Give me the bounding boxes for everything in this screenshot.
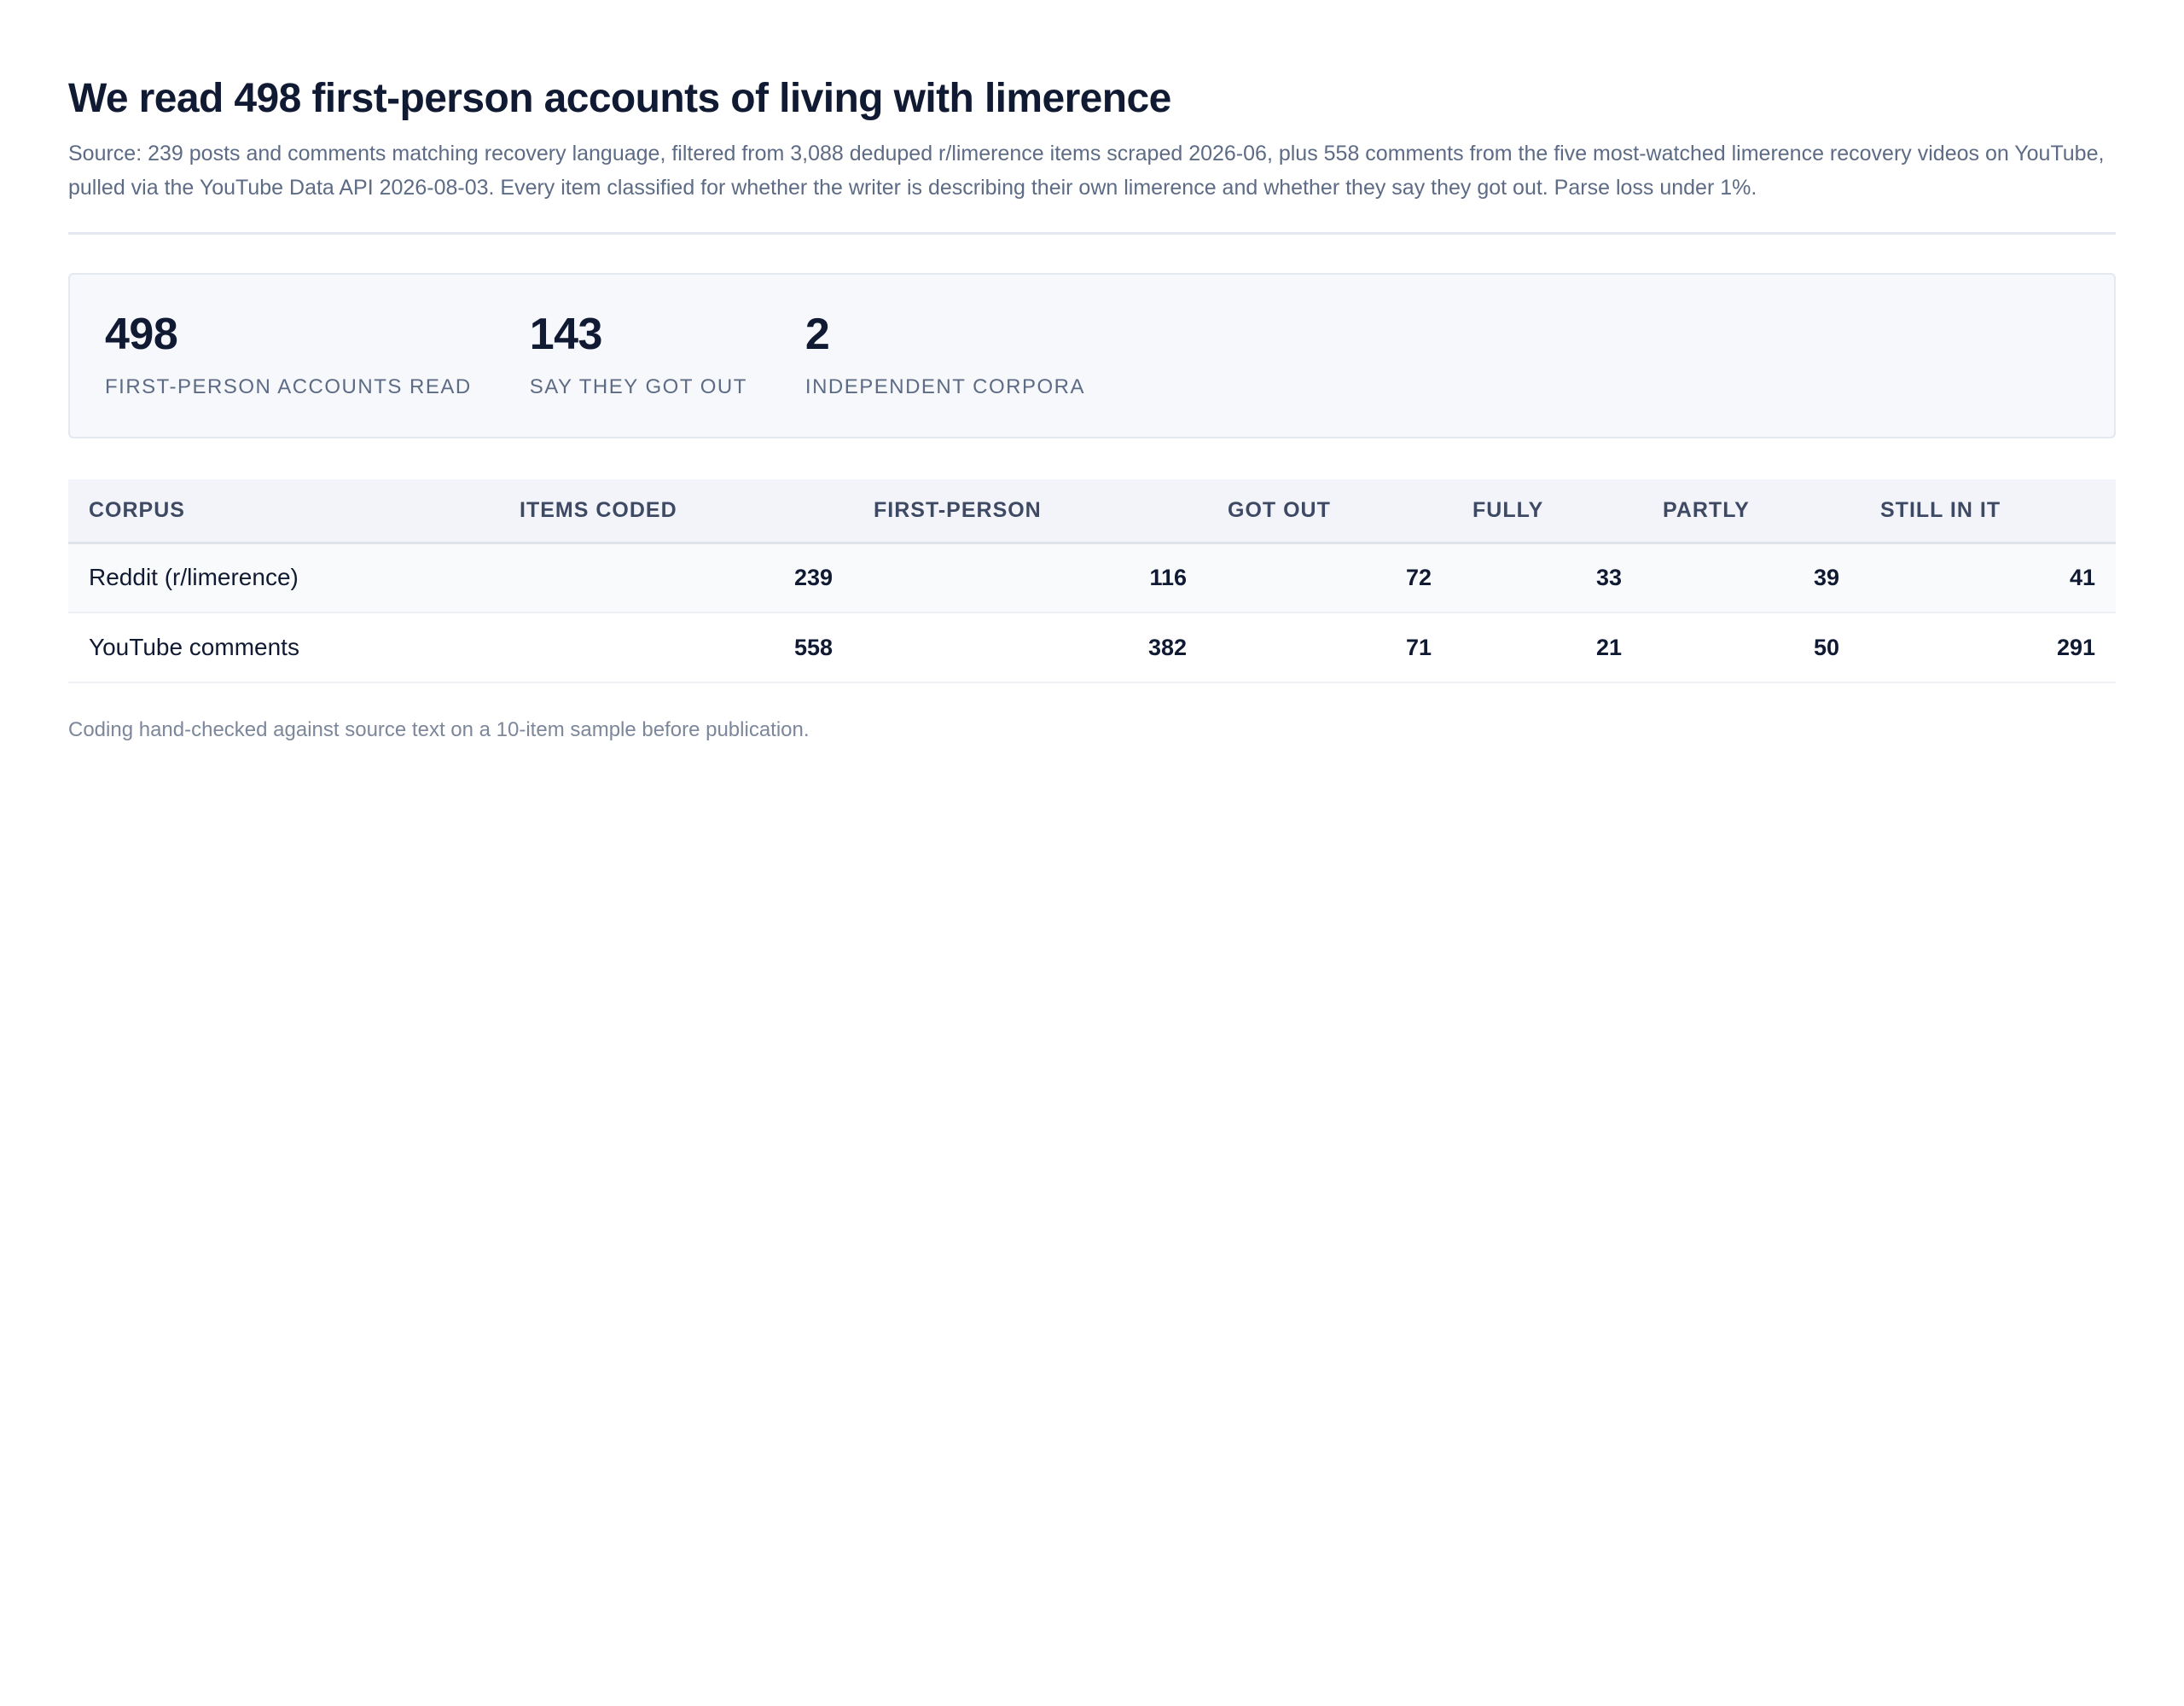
stat-label: Independent corpora xyxy=(804,375,1086,398)
column-header-still-in-it: Still in it xyxy=(1860,479,2116,544)
stat-label: First-person accounts read xyxy=(105,375,472,398)
cell-fully: 33 xyxy=(1452,543,1642,613)
cell-first-person: 382 xyxy=(853,612,1207,683)
corpus-table: Corpus Items coded First-person Got out … xyxy=(68,479,2116,683)
column-header-label: Corpus xyxy=(89,497,185,522)
stat-value: 498 xyxy=(105,310,178,359)
cell-partly: 50 xyxy=(1642,612,1860,683)
column-header-got-out: Got out xyxy=(1207,479,1452,544)
table-header-row: Corpus Items coded First-person Got out … xyxy=(68,479,2116,544)
cell-corpus: Reddit (r/limerence) xyxy=(68,543,499,613)
cell-got-out: 72 xyxy=(1207,543,1452,613)
divider xyxy=(68,232,2116,235)
cell-partly: 39 xyxy=(1642,543,1860,613)
cell-still-in-it: 41 xyxy=(1860,543,2116,613)
stat-value: 143 xyxy=(529,310,603,359)
column-header-label: Got out xyxy=(1228,497,1331,522)
stats-panel: 498 First-person accounts read 143 Say t… xyxy=(68,273,2116,438)
column-header-fully: Fully xyxy=(1452,479,1642,544)
stat-label: Say they got out xyxy=(529,375,747,398)
table-row: YouTube comments 558 382 71 21 50 291 xyxy=(68,612,2116,683)
stat-independent-corpora: 2 Independent corpora xyxy=(805,309,1085,400)
source-description: Source: 239 posts and comments matching … xyxy=(68,142,2105,200)
column-header-label: Partly xyxy=(1663,497,1750,522)
cell-corpus: YouTube comments xyxy=(68,612,499,683)
column-header-label: Fully xyxy=(1472,497,1544,522)
table-row: Reddit (r/limerence) 239 116 72 33 39 41 xyxy=(68,543,2116,613)
stat-got-out: 143 Say they got out xyxy=(530,309,747,400)
column-header-first-person: First-person xyxy=(853,479,1207,544)
cell-items-coded: 239 xyxy=(499,543,853,613)
cell-got-out: 71 xyxy=(1207,612,1452,683)
cell-items-coded: 558 xyxy=(499,612,853,683)
footnote: Coding hand-checked against source text … xyxy=(68,718,810,741)
cell-first-person: 116 xyxy=(853,543,1207,613)
page: We read 498 first-person accounts of liv… xyxy=(0,0,2184,1706)
column-header-partly: Partly xyxy=(1642,479,1860,544)
page-title: We read 498 first-person accounts of liv… xyxy=(68,76,1171,121)
column-header-label: First-person xyxy=(874,497,1042,522)
column-header-items-coded: Items coded xyxy=(499,479,853,544)
column-header-label: Items coded xyxy=(520,497,677,522)
stat-accounts-read: 498 First-person accounts read xyxy=(105,309,472,400)
column-header-corpus: Corpus xyxy=(68,479,499,544)
column-header-label: Still in it xyxy=(1880,497,2001,522)
cell-fully: 21 xyxy=(1452,612,1642,683)
cell-still-in-it: 291 xyxy=(1860,612,2116,683)
stat-value: 2 xyxy=(804,310,830,359)
